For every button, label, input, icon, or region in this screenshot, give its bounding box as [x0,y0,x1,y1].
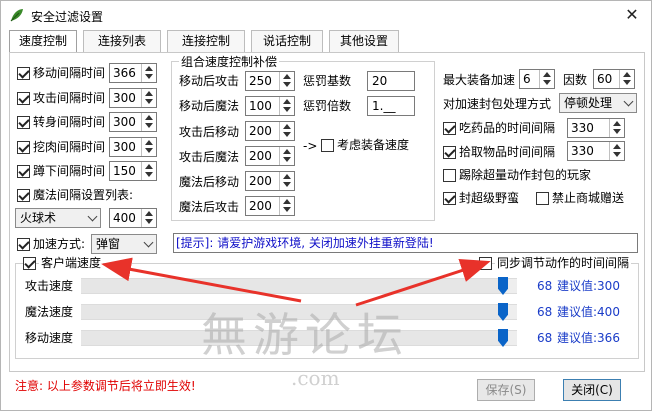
close-button[interactable]: 关闭(C) [563,379,621,401]
footer-note: 注意: 以上参数调节后将立即生效! [15,379,196,393]
settings-window: 安全过滤设置 ✕ 速度控制 连接列表 连接控制 说话控制 其他设置 移动间隔时间… [0,0,652,411]
arrow-to-client-speed [101,257,302,303]
annotation-arrows [101,257,491,307]
arrow-to-sync-interval [355,259,491,307]
save-button[interactable]: 保存(S) [477,379,535,401]
